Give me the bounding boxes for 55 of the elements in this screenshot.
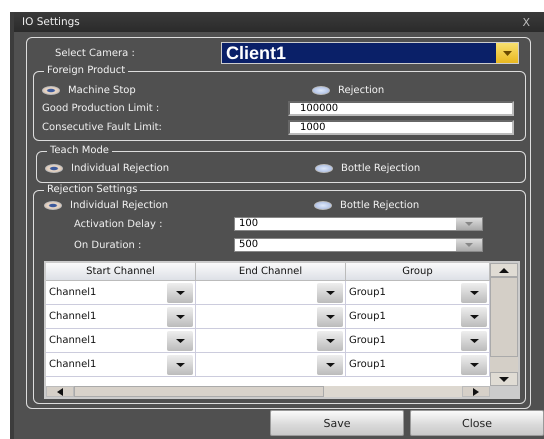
field-label: Good Production Limit :	[42, 102, 160, 114]
caret-icon	[326, 338, 334, 342]
caret-icon	[470, 338, 478, 342]
field-label: Activation Delay :	[73, 218, 164, 230]
radio-option[interactable]: Machine Stop	[42, 84, 312, 96]
column-header[interactable]: Start Channel	[46, 263, 196, 280]
radio-option[interactable]: Individual Rejection	[44, 200, 314, 210]
caret-icon	[470, 362, 478, 366]
camera-dropdown[interactable]: Client1	[221, 42, 519, 64]
save-button[interactable]: Save	[270, 410, 404, 436]
horizontal-scrollbar[interactable]	[46, 386, 490, 397]
caret-icon	[470, 314, 478, 318]
caret-icon	[176, 314, 184, 318]
group-dropdown[interactable]: Group1	[346, 353, 490, 376]
radio-option[interactable]: Rejection	[312, 84, 384, 96]
caret-icon	[176, 338, 184, 342]
field-label: On Duration :	[73, 240, 142, 250]
caret-icon	[176, 362, 184, 366]
up-arrow-icon	[499, 268, 509, 272]
channel-dropdown[interactable]: Channel1	[46, 305, 196, 328]
group-dropdown[interactable]: Group1	[346, 305, 490, 328]
caret-icon	[176, 290, 184, 294]
vertical-scrollbar[interactable]	[490, 263, 518, 397]
channel-dropdown[interactable]: Channel1	[46, 329, 196, 352]
window-title: IO Settings	[22, 16, 80, 28]
caret-icon	[502, 50, 512, 56]
scroll-thumb[interactable]	[490, 277, 518, 357]
value-dropdown[interactable]: 500	[234, 238, 483, 252]
caret-icon	[326, 290, 334, 294]
channel-dropdown[interactable]: Channel1	[46, 353, 196, 376]
caret-icon	[470, 290, 478, 294]
group-title: Rejection Settings	[44, 183, 140, 197]
channel-dropdown[interactable]: Channel1	[46, 281, 196, 304]
down-arrow-icon	[499, 376, 509, 382]
scroll-thumb[interactable]	[74, 386, 324, 397]
caret-icon	[326, 314, 334, 318]
camera-label: Select Camera :	[54, 48, 136, 58]
close-button[interactable]: Close	[410, 410, 544, 436]
value-dropdown[interactable]: 100	[234, 217, 483, 231]
caret-icon	[465, 222, 473, 226]
column-header[interactable]: End Channel	[196, 263, 346, 280]
radio-option[interactable]: Bottle Rejection	[315, 162, 420, 174]
group-dropdown[interactable]: Group1	[346, 281, 490, 304]
group-dropdown[interactable]: Group1	[346, 329, 490, 352]
right-arrow-icon	[473, 388, 479, 396]
radio-option[interactable]: Bottle Rejection	[314, 200, 420, 210]
close-button[interactable]: X	[518, 16, 534, 28]
caret-icon	[465, 243, 473, 247]
left-arrow-icon	[57, 388, 63, 396]
input-field[interactable]: 1000	[288, 120, 514, 134]
input-field[interactable]: 100000	[288, 100, 514, 116]
field-label: Consecutive Fault Limit:	[42, 122, 163, 132]
caret-icon	[326, 362, 334, 366]
radio-option[interactable]: Individual Rejection	[45, 162, 315, 174]
group-title: Foreign Product	[44, 64, 128, 78]
